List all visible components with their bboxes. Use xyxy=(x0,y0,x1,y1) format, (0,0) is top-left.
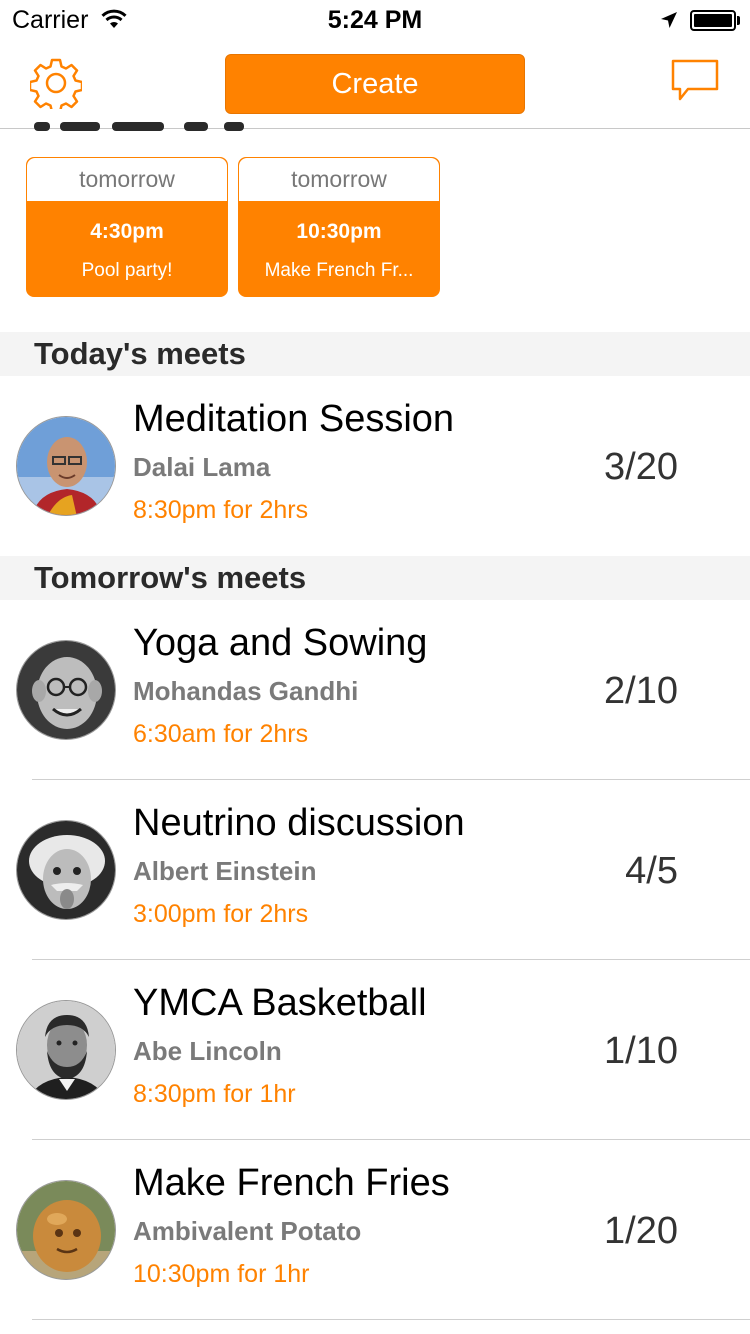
section-title: Today's meets xyxy=(34,336,246,371)
clock: 5:24 PM xyxy=(327,6,423,34)
card-day: tomorrow xyxy=(239,158,439,201)
chat-bubble-icon[interactable] xyxy=(670,58,720,106)
meet-time: 8:30pm for 1hr xyxy=(133,1080,296,1108)
section-header-tomorrow: Tomorrow's meets xyxy=(0,556,750,600)
meet-host: Dalai Lama xyxy=(133,452,271,482)
meet-host: Ambivalent Potato xyxy=(133,1216,362,1246)
card-time: 10:30pm xyxy=(296,220,382,243)
card-title: Make French Fr... xyxy=(264,260,414,281)
battery-icon xyxy=(690,10,736,31)
meet-time: 3:00pm for 2hrs xyxy=(133,900,309,928)
meet-title: Yoga and Sowing xyxy=(133,622,428,664)
dalai-lama-avatar xyxy=(16,416,116,516)
gandhi-avatar xyxy=(16,640,116,740)
create-button[interactable]: Create xyxy=(225,54,525,114)
meet-attendee-count: 1/20 xyxy=(604,1210,678,1252)
scrolled-heading-remnant xyxy=(34,122,334,132)
lincoln-avatar xyxy=(16,1000,116,1100)
meet-host: Abe Lincoln xyxy=(133,1036,282,1066)
meet-attendee-count: 1/10 xyxy=(604,1030,678,1072)
battery-tip xyxy=(737,16,740,25)
card-day: tomorrow xyxy=(27,158,227,201)
upcoming-cards: tomorrow 4:30pm Pool party! tomorrow 10:… xyxy=(0,157,750,299)
row-separator xyxy=(32,1319,750,1320)
meet-row[interactable]: Meditation Session Dalai Lama 8:30pm for… xyxy=(0,376,750,556)
meet-row[interactable]: Make French Fries Ambivalent Potato 10:3… xyxy=(0,1140,750,1320)
meet-title: Make French Fries xyxy=(133,1162,450,1204)
meet-host: Albert Einstein xyxy=(133,856,317,886)
card-time: 4:30pm xyxy=(90,220,164,243)
meet-row[interactable]: Neutrino discussion Albert Einstein 3:00… xyxy=(0,780,750,960)
section-title: Tomorrow's meets xyxy=(34,560,307,595)
meet-time: 8:30pm for 2hrs xyxy=(133,496,309,524)
location-arrow-icon xyxy=(661,12,677,28)
meet-attendee-count: 3/20 xyxy=(604,446,678,488)
potato-avatar xyxy=(16,1180,116,1280)
nav-bar: Create xyxy=(0,40,750,132)
upcoming-card[interactable]: tomorrow 10:30pm Make French Fr... xyxy=(238,157,440,297)
status-bar: Carrier 5:24 PM xyxy=(0,0,750,40)
meet-title: YMCA Basketball xyxy=(133,982,427,1024)
meet-row[interactable]: Yoga and Sowing Mohandas Gandhi 6:30am f… xyxy=(0,600,750,780)
meet-time: 6:30am for 2hrs xyxy=(133,720,309,748)
einstein-avatar xyxy=(16,820,116,920)
meet-title: Meditation Session xyxy=(133,398,455,440)
meet-time: 10:30pm for 1hr xyxy=(133,1260,310,1288)
meet-attendee-count: 4/5 xyxy=(625,850,678,892)
meet-attendee-count: 2/10 xyxy=(604,670,678,712)
meet-host: Mohandas Gandhi xyxy=(133,676,359,706)
meet-row[interactable]: YMCA Basketball Abe Lincoln 8:30pm for 1… xyxy=(0,960,750,1140)
upcoming-card[interactable]: tomorrow 4:30pm Pool party! xyxy=(26,157,228,297)
settings-gear-icon[interactable] xyxy=(30,57,82,109)
section-header-today: Today's meets xyxy=(0,332,750,376)
card-title: Pool party! xyxy=(81,260,173,281)
meet-title: Neutrino discussion xyxy=(133,802,465,844)
